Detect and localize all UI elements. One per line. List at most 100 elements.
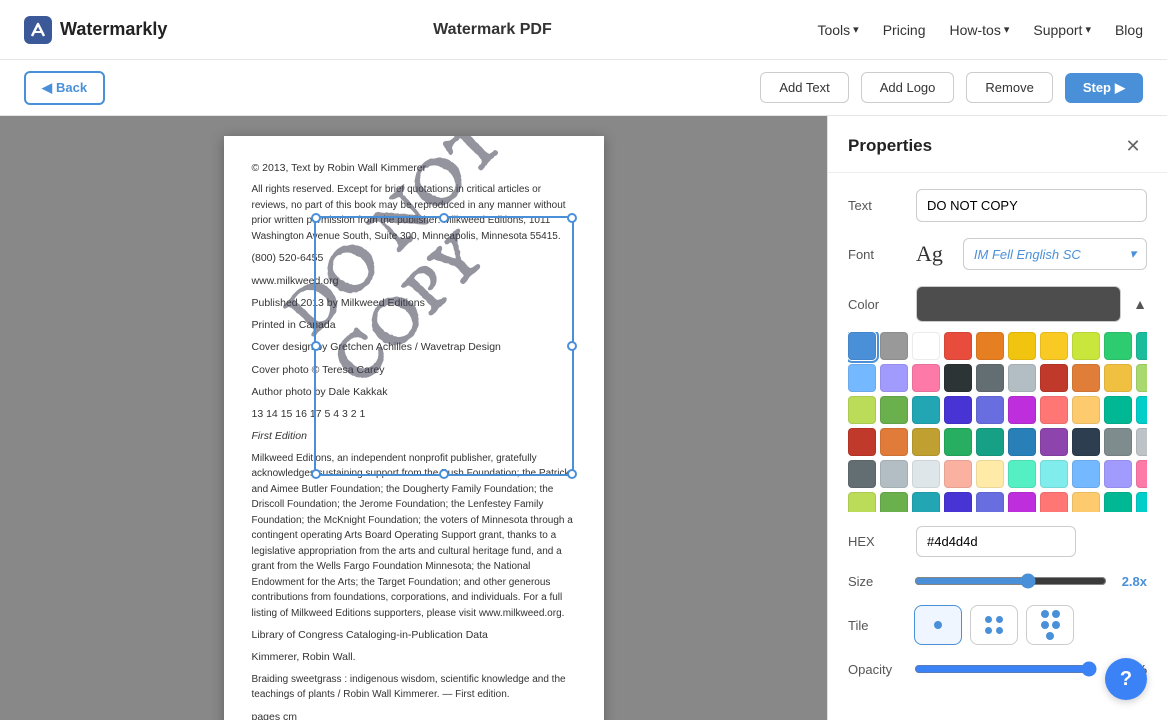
back-button[interactable]: ◀ Back (24, 71, 105, 105)
nav-howtos[interactable]: How-tos ▾ (950, 22, 1010, 38)
color-cell[interactable] (848, 396, 876, 424)
color-cell[interactable] (1040, 428, 1068, 456)
color-cell[interactable] (1008, 396, 1036, 424)
color-cell[interactable] (912, 428, 940, 456)
color-cell[interactable] (1136, 492, 1147, 512)
help-button[interactable]: ? (1105, 658, 1147, 700)
color-cell[interactable] (944, 364, 972, 392)
color-cell[interactable] (1136, 332, 1147, 360)
color-cell[interactable] (976, 460, 1004, 488)
color-cell[interactable] (944, 460, 972, 488)
color-cell[interactable] (976, 364, 1004, 392)
color-cell[interactable] (848, 492, 876, 512)
color-cell[interactable] (1072, 396, 1100, 424)
color-cell[interactable] (1008, 460, 1036, 488)
brand-icon (24, 16, 52, 44)
tile-hex-button[interactable] (1026, 605, 1074, 645)
color-cell[interactable] (944, 332, 972, 360)
color-scroll-area[interactable] (848, 332, 1147, 512)
color-cell[interactable] (912, 396, 940, 424)
color-cell[interactable] (1136, 396, 1147, 424)
tile-quad-button[interactable] (970, 605, 1018, 645)
color-cell[interactable] (976, 492, 1004, 512)
brand: Watermarkly (24, 16, 167, 44)
next-step-button[interactable]: Step ▶ (1065, 73, 1143, 103)
size-row: Size 2.8x (848, 573, 1147, 589)
color-cell[interactable] (912, 332, 940, 360)
color-cell[interactable] (880, 428, 908, 456)
color-cell[interactable] (1040, 492, 1068, 512)
tile-single-button[interactable] (914, 605, 962, 645)
color-cell[interactable] (1008, 364, 1036, 392)
color-cell[interactable] (1104, 364, 1132, 392)
color-cell[interactable] (1104, 428, 1132, 456)
text-row: Text (848, 189, 1147, 222)
color-cell[interactable] (880, 364, 908, 392)
color-cell[interactable] (944, 428, 972, 456)
color-cell[interactable] (880, 396, 908, 424)
color-cell[interactable] (1008, 428, 1036, 456)
color-cell[interactable] (848, 332, 876, 360)
text-input[interactable] (916, 189, 1147, 222)
color-cell[interactable] (848, 428, 876, 456)
font-chevron-icon: ▾ (1129, 246, 1136, 262)
color-cell[interactable] (1072, 492, 1100, 512)
color-swatch-main[interactable] (916, 286, 1121, 322)
properties-panel: Properties ✕ Text Font Ag IM Fell Englis… (827, 116, 1167, 720)
color-cell[interactable] (880, 332, 908, 360)
color-cell[interactable] (944, 492, 972, 512)
color-cell[interactable] (1104, 492, 1132, 512)
pdf-text-content: © 2013, Text by Robin Wall Kimmerer All … (252, 160, 576, 720)
color-cell[interactable] (1040, 332, 1068, 360)
nav-blog[interactable]: Blog (1115, 22, 1143, 38)
hex-input[interactable] (916, 526, 1076, 557)
color-cell[interactable] (1104, 460, 1132, 488)
color-cell[interactable] (1040, 460, 1068, 488)
color-cell[interactable] (1072, 428, 1100, 456)
color-cell[interactable] (1072, 332, 1100, 360)
color-cell[interactable] (1072, 364, 1100, 392)
color-cell[interactable] (1136, 364, 1147, 392)
color-cell[interactable] (1040, 396, 1068, 424)
color-cell[interactable] (880, 460, 908, 488)
add-logo-button[interactable]: Add Logo (861, 72, 955, 103)
color-cell[interactable] (1136, 460, 1147, 488)
color-cell[interactable] (1008, 332, 1036, 360)
color-cell[interactable] (976, 396, 1004, 424)
color-cell[interactable] (1104, 396, 1132, 424)
color-cell[interactable] (848, 364, 876, 392)
pdf-page: DO NOTCOPY © 2013, Text by Robin Wall Ki… (224, 136, 604, 720)
color-cell[interactable] (1104, 332, 1132, 360)
color-cell[interactable] (976, 332, 1004, 360)
color-cell[interactable] (1072, 460, 1100, 488)
help-icon: ? (1120, 668, 1132, 691)
color-cell[interactable] (880, 492, 908, 512)
color-cell[interactable] (1008, 492, 1036, 512)
hex-label: HEX (848, 534, 904, 549)
close-button[interactable]: ✕ (1119, 132, 1147, 160)
remove-button[interactable]: Remove (966, 72, 1052, 103)
font-select[interactable]: IM Fell English SC ▾ (963, 238, 1147, 270)
color-chevron-icon[interactable]: ▲ (1133, 296, 1147, 312)
panel-title: Properties (848, 136, 932, 156)
size-slider[interactable] (914, 573, 1107, 589)
color-cell[interactable] (944, 396, 972, 424)
brand-name: Watermarkly (60, 19, 167, 40)
add-text-button[interactable]: Add Text (760, 72, 848, 103)
opacity-slider[interactable] (914, 661, 1097, 677)
color-cell[interactable] (976, 428, 1004, 456)
font-row: Font Ag IM Fell English SC ▾ (848, 238, 1147, 270)
color-cell[interactable] (1040, 364, 1068, 392)
nav-support[interactable]: Support ▾ (1033, 22, 1091, 38)
nav-pricing[interactable]: Pricing (883, 22, 926, 38)
color-cell[interactable] (912, 492, 940, 512)
color-cell[interactable] (912, 364, 940, 392)
color-row (848, 428, 1147, 456)
color-cell[interactable] (1136, 428, 1147, 456)
nav-tools[interactable]: Tools ▾ (817, 22, 858, 38)
back-arrow-icon: ◀ (42, 80, 52, 96)
color-cell[interactable] (912, 460, 940, 488)
tile-quad-dots (985, 616, 1003, 634)
color-cell[interactable] (848, 460, 876, 488)
tile-options (914, 605, 1074, 645)
